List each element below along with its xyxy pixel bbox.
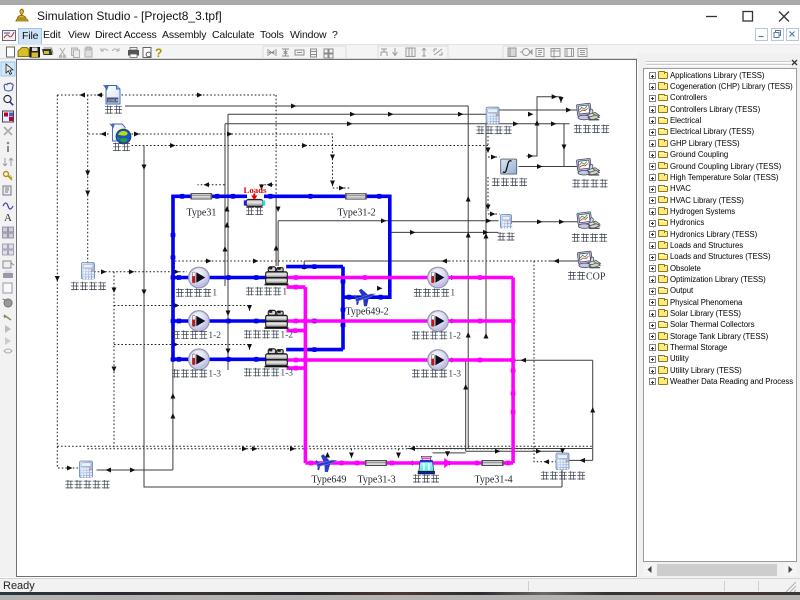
svg-text:COP: COP (586, 271, 606, 282)
svg-text:1-2: 1-2 (280, 330, 293, 340)
svg-text:?: ? (155, 46, 162, 59)
svg-text:1-3: 1-3 (448, 369, 461, 379)
svg-text:Type31-3: Type31-3 (357, 474, 395, 485)
svg-text:1-3: 1-3 (208, 369, 221, 379)
svg-text:1: 1 (282, 287, 287, 297)
svg-text:A: A (4, 212, 12, 224)
svg-text:Type31: Type31 (186, 207, 216, 218)
svg-text:1-3: 1-3 (280, 368, 293, 378)
svg-text:Type649: Type649 (311, 474, 346, 485)
svg-text:1-2: 1-2 (448, 331, 461, 341)
svg-text:USER: USER (107, 99, 118, 103)
svg-text:Type649-2: Type649-2 (345, 307, 388, 318)
svg-text:1-2: 1-2 (208, 331, 221, 341)
svg-text:Type31-2: Type31-2 (337, 207, 375, 218)
svg-text:Type31-4: Type31-4 (474, 474, 512, 485)
svg-text:1: 1 (212, 289, 217, 299)
svg-text:1: 1 (450, 289, 455, 299)
